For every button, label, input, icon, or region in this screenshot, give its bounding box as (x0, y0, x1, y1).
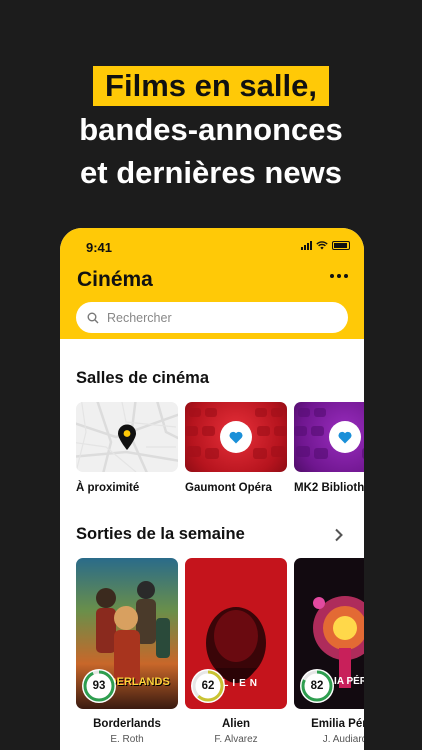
films-list: BORDERLANDS 93 Borderlands E. Roth ALIEN… (76, 558, 364, 745)
film-card-alien[interactable]: ALIEN 62 Alien F. Alvarez (185, 558, 287, 745)
search-icon (87, 312, 99, 323)
film-poster: EMILIA PÉREZ 82 (294, 558, 364, 709)
score-badge: 62 (191, 669, 225, 703)
heart-icon (338, 431, 352, 443)
signal-icon (301, 241, 312, 250)
cinema-card-nearby[interactable]: À proximité (76, 402, 178, 494)
headline-line-1: Films en salle, (93, 66, 329, 106)
wifi-icon (316, 241, 328, 250)
film-title: Alien (221, 718, 251, 730)
search-input[interactable] (107, 310, 327, 325)
cinema-thumbnail (294, 402, 364, 472)
cinema-label: À proximité (76, 482, 140, 494)
map-pin-icon (118, 424, 136, 450)
status-time: 9:41 (86, 240, 113, 255)
score-badge: 82 (300, 669, 334, 703)
cinemas-list: À proximité Gaumont Opéra MK2 Biblioth (76, 402, 364, 494)
map-thumbnail (76, 402, 178, 472)
film-director: J. Audiard (322, 734, 364, 745)
score-value: 93 (92, 680, 106, 692)
headline-line-3: et dernières news (80, 155, 342, 190)
battery-icon (332, 241, 350, 250)
more-options-button[interactable] (330, 274, 348, 278)
cinema-card-gaumont-opera[interactable]: Gaumont Opéra (185, 402, 287, 494)
status-icons (301, 241, 350, 250)
film-title: Borderlands (93, 718, 161, 730)
heart-icon (229, 431, 243, 443)
film-director: F. Alvarez (214, 734, 258, 745)
cinema-label: Gaumont Opéra (185, 482, 272, 494)
score-value: 62 (201, 680, 215, 692)
cinema-thumbnail (185, 402, 287, 472)
cinemas-section-title: Salles de cinéma (76, 369, 209, 387)
marketing-headline: Films en salle, bandes-annonces et derni… (0, 66, 422, 193)
chevron-right-icon[interactable] (334, 528, 344, 542)
search-bar[interactable] (76, 302, 348, 333)
film-poster: BORDERLANDS 93 (76, 558, 178, 709)
film-poster: ALIEN 62 (185, 558, 287, 709)
cinema-card-mk2-bibliotheque[interactable]: MK2 Bibliothèque (294, 402, 364, 494)
headline-line-2: bandes-annonces (79, 112, 343, 147)
phone-screen: 9:41 Cinéma Salles de cinéma (60, 228, 364, 750)
film-director: E. Roth (110, 734, 144, 745)
app-header: 9:41 Cinéma (60, 228, 364, 339)
film-title: Emilia Pérez (311, 718, 364, 730)
film-card-emilia-perez[interactable]: EMILIA PÉREZ 82 Emilia Pérez J. Audiard (294, 558, 364, 745)
score-value: 82 (310, 680, 324, 692)
films-section-title: Sorties de la semaine (76, 525, 245, 543)
cinema-label: MK2 Bibliothèque (294, 482, 364, 494)
favorite-badge[interactable] (329, 421, 361, 453)
favorite-badge[interactable] (220, 421, 252, 453)
score-badge: 93 (82, 669, 116, 703)
page-title: Cinéma (77, 268, 153, 291)
film-card-borderlands[interactable]: BORDERLANDS 93 Borderlands E. Roth (76, 558, 178, 745)
